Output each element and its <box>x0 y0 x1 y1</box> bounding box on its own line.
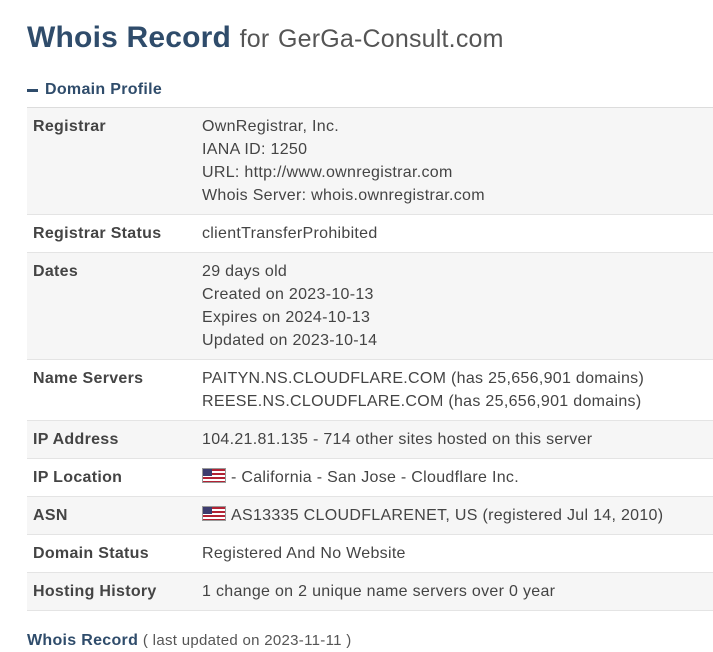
domain-profile-toggle[interactable]: Domain Profile <box>27 81 713 99</box>
profile-row-label: Registrar Status <box>33 225 162 242</box>
profile-value-text: URL: http://www.ownregistrar.com <box>202 164 453 181</box>
profile-value-line: Registered And No Website <box>202 542 406 565</box>
profile-row-value: AS13335 CLOUDFLARENET, US (registered Ju… <box>202 497 663 534</box>
profile-row-value: 29 days old Created on 2023-10-13 Expires … <box>202 253 377 359</box>
profile-value-text: Expires on 2024-10-13 <box>202 309 371 326</box>
whois-record-footer: Whois Record ( last updated on 2023-11-1… <box>27 632 713 650</box>
profile-value-line: REESE.NS.CLOUDFLARE.COM (has 25,656,901 … <box>202 390 644 413</box>
profile-value-text: clientTransferProhibited <box>202 225 378 242</box>
profile-value-line: 29 days old <box>202 260 377 283</box>
page-title-main: Whois Record <box>27 21 232 54</box>
page-title: Whois Record for GerGa-Consult.com <box>27 0 713 59</box>
profile-row: IP Address 104.21.81.135 - 714 other site… <box>27 421 713 459</box>
profile-value-line: Created on 2023-10-13 <box>202 283 377 306</box>
profile-row-value: clientTransferProhibited <box>202 215 378 252</box>
domain-profile-label[interactable]: Domain Profile <box>45 81 162 99</box>
profile-row-value: OwnRegistrar, Inc. IANA ID: 1250 URL: http… <box>202 108 485 214</box>
us-flag-icon <box>202 506 226 521</box>
profile-value-text: - California - San Jose - Cloudflare Inc… <box>231 469 519 486</box>
profile-row-value: 1 change on 2 unique name servers over 0… <box>202 573 555 610</box>
page-title-for: for <box>239 25 270 53</box>
profile-row-label: Hosting History <box>33 583 157 600</box>
profile-row: ASN AS13335 CLOUDFLARENET, US (registered… <box>27 497 713 535</box>
profile-row-label: IP Location <box>33 469 123 486</box>
profile-value-line: IANA ID: 1250 <box>202 138 485 161</box>
us-flag-icon <box>202 468 226 483</box>
profile-row-label: Dates <box>33 263 79 280</box>
profile-row-label: Registrar <box>33 118 106 135</box>
profile-row-label: ASN <box>33 507 68 524</box>
profile-row: Registrar Status clientTransferProhibited <box>27 215 713 253</box>
last-updated-text: ( last updated on 2023-11-11 ) <box>142 632 352 649</box>
page-title-domain: GerGa-Consult.com <box>277 25 504 53</box>
minus-icon[interactable] <box>27 88 38 92</box>
profile-row-label: Domain Status <box>33 545 149 562</box>
profile-row-label: IP Address <box>33 431 119 448</box>
profile-value-text: Updated on 2023-10-14 <box>202 332 378 349</box>
profile-value-text: Created on 2023-10-13 <box>202 286 374 303</box>
profile-row-value: PAITYN.NS.CLOUDFLARE.COM (has 25,656,901… <box>202 360 644 420</box>
profile-value-line: Updated on 2023-10-14 <box>202 329 377 352</box>
profile-value-text: Registered And No Website <box>202 545 406 562</box>
profile-row-value: Registered And No Website <box>202 535 406 572</box>
profile-value-line: 104.21.81.135 - 714 other sites hosted o… <box>202 428 592 451</box>
profile-row-value: - California - San Jose - Cloudflare Inc… <box>202 459 519 496</box>
profile-row: Dates 29 days old Created on 2023-10-13 Exp… <box>27 253 713 360</box>
profile-value-line: Whois Server: whois.ownregistrar.com <box>202 184 485 207</box>
profile-value-line: clientTransferProhibited <box>202 222 378 245</box>
profile-value-text: 104.21.81.135 - 714 other sites hosted o… <box>202 431 593 448</box>
profile-row-value: 104.21.81.135 - 714 other sites hosted o… <box>202 421 592 458</box>
profile-value-line: - California - San Jose - Cloudflare Inc… <box>202 466 519 489</box>
profile-value-text: AS13335 CLOUDFLARENET, US (registered Ju… <box>231 507 664 524</box>
profile-value-text: Whois Server: whois.ownregistrar.com <box>202 187 485 204</box>
profile-value-text: OwnRegistrar, Inc. <box>202 118 340 135</box>
profile-row: Registrar OwnRegistrar, Inc. IANA ID: 1250… <box>27 108 713 215</box>
whois-page: Whois Record for GerGa-Consult.com Domai… <box>0 0 713 650</box>
profile-value-line: PAITYN.NS.CLOUDFLARE.COM (has 25,656,901… <box>202 367 644 390</box>
profile-value-text: 29 days old <box>202 263 288 280</box>
profile-row: Domain Status Registered And No Website <box>27 535 713 573</box>
profile-row-label: Name Servers <box>33 370 144 387</box>
profile-value-line: 1 change on 2 unique name servers over 0… <box>202 580 555 603</box>
profile-row: Hosting History 1 change on 2 unique name… <box>27 573 713 611</box>
profile-row: IP Location - California - San Jose - Clo… <box>27 459 713 497</box>
profile-value-line: OwnRegistrar, Inc. <box>202 115 485 138</box>
profile-value-text: 1 change on 2 unique name servers over 0… <box>202 583 556 600</box>
profile-value-line: Expires on 2024-10-13 <box>202 306 377 329</box>
profile-value-text: IANA ID: 1250 <box>202 141 308 158</box>
domain-profile-table: Registrar OwnRegistrar, Inc. IANA ID: 1250… <box>27 107 713 611</box>
profile-value-text: REESE.NS.CLOUDFLARE.COM (has 25,656,901 … <box>202 393 642 410</box>
profile-value-line: AS13335 CLOUDFLARENET, US (registered Ju… <box>202 504 663 527</box>
profile-value-text: PAITYN.NS.CLOUDFLARE.COM (has 25,656,901… <box>202 370 645 387</box>
profile-row: Name Servers PAITYN.NS.CLOUDFLARE.COM (ha… <box>27 360 713 421</box>
whois-record-footer-title[interactable]: Whois Record <box>27 632 138 649</box>
profile-value-line: URL: http://www.ownregistrar.com <box>202 161 485 184</box>
